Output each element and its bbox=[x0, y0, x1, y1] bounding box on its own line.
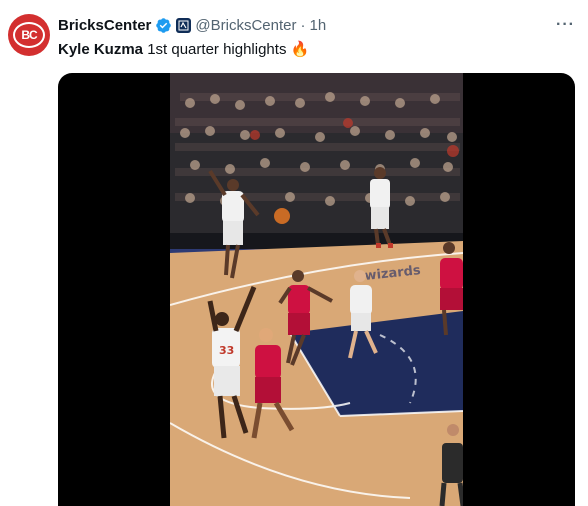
display-name[interactable]: BricksCenter bbox=[58, 17, 151, 34]
more-options-icon[interactable]: ··· bbox=[556, 16, 575, 34]
timestamp[interactable]: 1h bbox=[309, 17, 326, 34]
tweet-text-bold: Kyle Kuzma bbox=[58, 41, 144, 58]
tweet-text-rest: 1st quarter highlights bbox=[143, 41, 287, 58]
video-still: wizards 33 bbox=[170, 73, 463, 506]
fire-emoji-icon: 🔥 bbox=[290, 41, 310, 58]
avatar[interactable]: BC bbox=[8, 14, 50, 56]
user-handle[interactable]: @BricksCenter bbox=[195, 17, 296, 34]
separator-dot: · bbox=[300, 16, 306, 34]
basketball bbox=[274, 208, 290, 224]
video-frame: wizards 33 bbox=[170, 73, 463, 506]
affiliate-badge-icon bbox=[176, 17, 192, 33]
svg-text:33: 33 bbox=[219, 344, 234, 357]
video-player[interactable]: wizards 33 bbox=[58, 73, 575, 506]
verified-badge-icon bbox=[156, 17, 172, 33]
tweet-text: Kyle Kuzma 1st quarter highlights 🔥 bbox=[58, 40, 309, 58]
tweet-header: BricksCenter @BricksCenter · 1h bbox=[58, 15, 326, 35]
avatar-logo: BC bbox=[13, 22, 45, 48]
